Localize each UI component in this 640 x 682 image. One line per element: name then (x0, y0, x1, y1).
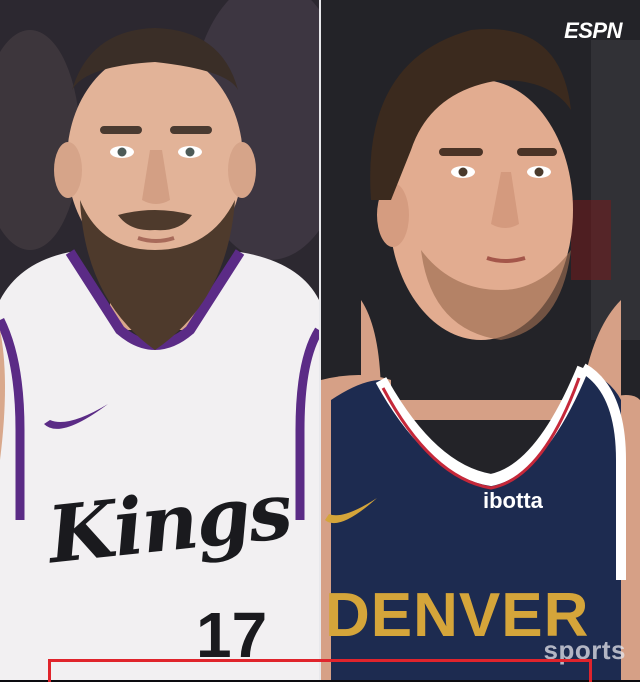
right-player-photo: ibotta DENVER (321, 0, 640, 680)
left-player-photo: Kings 17 (0, 0, 319, 680)
red-frame-bar (48, 659, 592, 682)
espn-logo: ESPN (564, 18, 622, 43)
sponsor-patch: ibotta (483, 488, 543, 513)
